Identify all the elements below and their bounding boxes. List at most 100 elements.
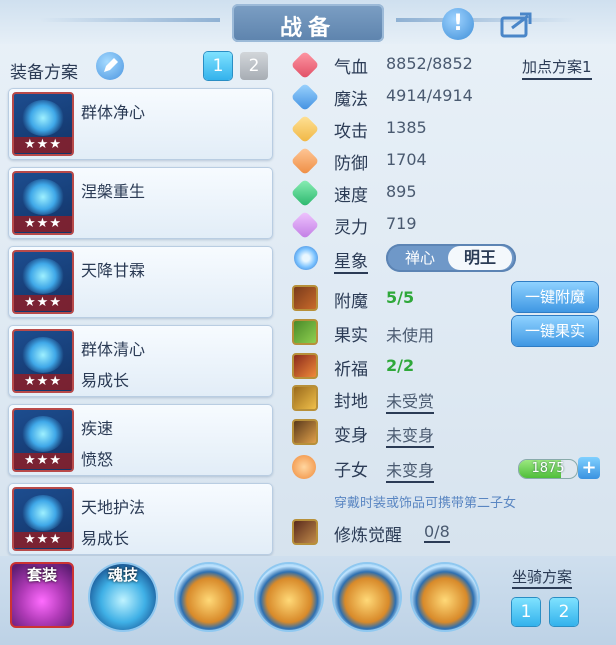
stat-value: 8852/8852 — [386, 54, 473, 73]
stat-value: 1385 — [386, 118, 427, 137]
cultivation-label: 修炼觉醒 — [334, 526, 402, 546]
skill-name: 群体清心 — [81, 340, 146, 359]
mount-plan-button-1[interactable]: 1 — [512, 598, 540, 626]
blessing-row: 祈福 2/2 — [290, 352, 610, 382]
transform-label: 变身 — [334, 426, 368, 446]
help-icon[interactable]: ! — [442, 8, 474, 40]
point-plan-link[interactable]: 加点方案1 — [522, 56, 592, 80]
mana-icon — [290, 82, 320, 112]
stat-value: 1704 — [386, 150, 427, 169]
one-click-enchant-button[interactable]: 一键附魔 — [512, 282, 598, 312]
children-progress: 1875 — [518, 459, 578, 479]
skill-stars: ★★★ — [14, 453, 72, 469]
plan-button-1[interactable]: 1 — [204, 52, 232, 80]
skill-stars: ★★★ — [14, 374, 72, 390]
transform-row: 变身 未变身 — [290, 418, 610, 448]
children-row: 子女 未变身 1875 + — [290, 453, 610, 483]
rider-slot-4[interactable] — [412, 564, 478, 630]
mount-plan-button-2[interactable]: 2 — [550, 598, 578, 626]
fruit-icon — [292, 319, 318, 345]
mount-plan-label[interactable]: 坐骑方案 — [512, 566, 573, 589]
enchant-value: 5/5 — [386, 288, 415, 307]
skill-stars: ★★★ — [14, 216, 72, 232]
xingxiang-option-a[interactable]: 禅心 — [390, 246, 450, 270]
skill-card[interactable]: ★★★ 群体净心 — [8, 88, 273, 160]
rider-slot-2[interactable] — [256, 564, 322, 630]
cultivation-row: 修炼觉醒 0/8 — [290, 518, 610, 548]
stat-row-def: 防御 1704 — [290, 146, 610, 176]
children-value[interactable]: 未变身 — [386, 457, 435, 483]
stat-row-atk: 攻击 1385 — [290, 114, 610, 144]
suit-label: 套装 — [26, 566, 57, 584]
skill-card[interactable]: ★★★ 天地护法 易成长 — [8, 483, 273, 555]
plan-button-2[interactable]: 2 — [240, 52, 268, 80]
add-child-button[interactable]: + — [578, 457, 600, 479]
sword-icon — [290, 114, 320, 144]
enchant-row: 附魔 5/5 一键附魔 — [290, 282, 610, 314]
enchant-icon — [292, 285, 318, 311]
speed-icon — [290, 178, 320, 208]
star-icon — [294, 246, 318, 270]
stat-value: 719 — [386, 214, 417, 233]
equip-plan-header: 装备方案 1 2 — [8, 52, 273, 84]
share-icon[interactable] — [500, 10, 536, 38]
skill-name: 疾速 — [81, 419, 114, 438]
fief-icon — [292, 385, 318, 411]
fruit-label: 果实 — [334, 326, 368, 346]
xingxiang-toggle[interactable]: 禅心 明王 — [386, 244, 516, 272]
skill-card[interactable]: ★★★ 疾速 愤怒 — [8, 404, 273, 476]
stat-label: 攻击 — [334, 122, 368, 142]
edit-icon[interactable] — [96, 52, 124, 80]
skill-name: 涅槃重生 — [81, 182, 146, 201]
transform-icon — [292, 419, 318, 445]
rider-slot-1[interactable] — [176, 564, 242, 630]
cultivation-value[interactable]: 0/8 — [424, 522, 450, 543]
transform-value[interactable]: 未变身 — [386, 422, 435, 448]
page-title: 战备 — [279, 16, 336, 41]
skill-stars: ★★★ — [14, 532, 72, 548]
enchant-label: 附魔 — [334, 292, 368, 312]
blessing-icon — [292, 353, 318, 379]
skill-card[interactable]: ★★★ 涅槃重生 — [8, 167, 273, 239]
title-deco-left — [40, 18, 220, 22]
spirit-icon — [290, 210, 320, 240]
blessing-value: 2/2 — [386, 356, 415, 375]
skill-icon: ★★★ — [12, 329, 74, 393]
children-label: 子女 — [334, 461, 368, 481]
cultivation-icon — [292, 519, 318, 545]
skill-icon: ★★★ — [12, 92, 74, 156]
fruit-value: 未使用 — [386, 326, 435, 345]
stat-label: 魔法 — [334, 90, 368, 110]
stat-label: 速度 — [334, 186, 368, 206]
skill-icon: ★★★ — [12, 250, 74, 314]
equip-plan-label: 装备方案 — [10, 63, 78, 83]
skill-stars: ★★★ — [14, 295, 72, 311]
heart-icon — [290, 50, 320, 80]
xingxiang-option-b[interactable]: 明王 — [448, 246, 512, 270]
skill-icon: ★★★ — [12, 171, 74, 235]
soul-skill-slot[interactable]: 魂技 — [90, 564, 156, 630]
fief-value[interactable]: 未受赏 — [386, 388, 435, 414]
bottom-bar: 套装 魂技 坐骑方案 1 2 — [0, 556, 616, 645]
one-click-fruit-button[interactable]: 一键果实 — [512, 316, 598, 346]
xingxiang-label[interactable]: 星象 — [334, 247, 368, 274]
skill-list: ★★★ 群体净心 ★★★ 涅槃重生 ★★★ 天降甘霖 ★★★ 群体清心 易成长 … — [8, 88, 273, 562]
skill-card[interactable]: ★★★ 群体清心 易成长 — [8, 325, 273, 397]
skill-sub: 愤怒 — [81, 450, 114, 469]
suit-slot[interactable]: 套装 — [10, 562, 74, 628]
fief-label: 封地 — [334, 392, 368, 412]
skill-stars: ★★★ — [14, 137, 72, 153]
skill-icon: ★★★ — [12, 408, 74, 472]
stat-row-spd: 速度 895 — [290, 178, 610, 208]
skill-icon: ★★★ — [12, 487, 74, 551]
fruit-row: 果实 未使用 一键果实 — [290, 316, 610, 348]
blessing-label: 祈福 — [334, 360, 368, 380]
fief-row: 封地 未受赏 — [290, 384, 610, 414]
skill-card[interactable]: ★★★ 天降甘霖 — [8, 246, 273, 318]
shield-icon — [290, 146, 320, 176]
soul-skill-label: 魂技 — [107, 566, 138, 584]
rider-slot-3[interactable] — [334, 564, 400, 630]
stat-value: 895 — [386, 182, 417, 201]
skill-sub: 易成长 — [81, 529, 130, 548]
hint-text: 穿戴时装或饰品可携带第二子女 — [334, 496, 517, 511]
